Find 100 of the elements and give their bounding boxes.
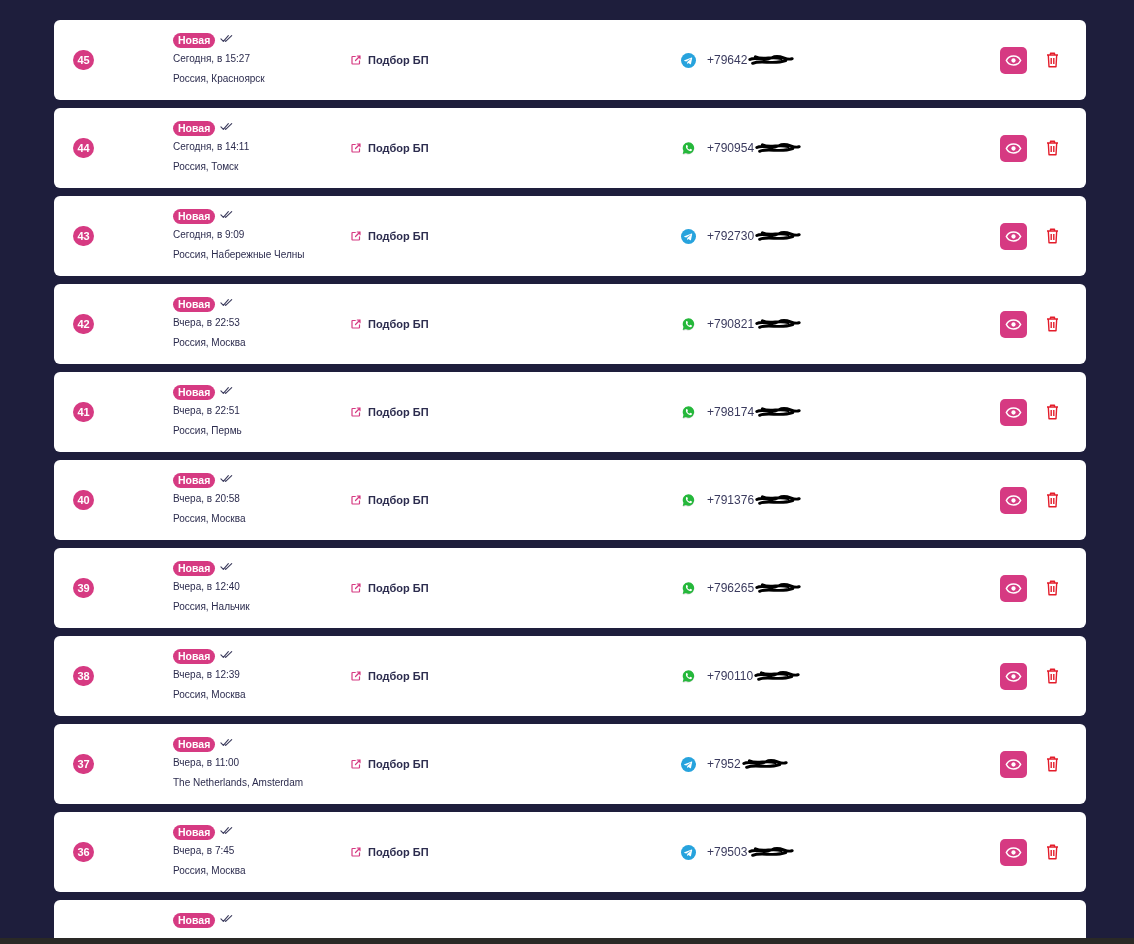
request-number: 45 — [73, 50, 94, 70]
delete-button[interactable] — [1046, 844, 1059, 860]
view-button[interactable] — [1000, 486, 1027, 514]
external-link-icon — [350, 846, 362, 858]
paper-plane-icon — [681, 52, 696, 68]
trash-icon — [1046, 316, 1059, 332]
request-location: Россия, Нальчик — [173, 601, 250, 613]
phone-bubble-icon — [681, 580, 696, 596]
trash-icon — [1046, 404, 1059, 420]
request-number: 38 — [73, 666, 94, 686]
status-badge: Новая — [173, 649, 216, 664]
request-number: 43 — [73, 226, 94, 246]
request-location: Россия, Набережные Челны — [173, 249, 305, 261]
view-button[interactable] — [1000, 46, 1027, 74]
phone-number: +792730 — [707, 229, 755, 243]
external-link-icon — [350, 406, 362, 418]
delete-button[interactable] — [1046, 668, 1059, 684]
status-badge: Новая — [173, 825, 216, 840]
paper-plane-icon — [681, 844, 696, 860]
request-date: Сегодня, в 9:09 — [173, 229, 245, 241]
view-button[interactable] — [1000, 662, 1027, 690]
status-badge: Новая — [173, 913, 216, 928]
phone-number: +790821 — [707, 317, 755, 331]
request-number: 44 — [73, 138, 94, 158]
phone-number: +791376 — [707, 493, 755, 507]
delete-button[interactable] — [1046, 756, 1059, 772]
eye-icon — [1005, 670, 1022, 682]
eye-icon — [1005, 142, 1022, 154]
service-link[interactable]: Подбор БП — [350, 670, 429, 682]
delete-button[interactable] — [1046, 580, 1059, 596]
phone-number: +796265 — [707, 581, 755, 595]
service-link[interactable]: Подбор БП — [350, 142, 429, 154]
phone-number: +79642 — [707, 53, 748, 67]
request-date: Вчера, в 20:58 — [173, 493, 240, 505]
view-button[interactable] — [1000, 750, 1027, 778]
eye-icon — [1005, 846, 1022, 858]
status-badge: Новая — [173, 121, 216, 136]
status-badge: Новая — [173, 385, 216, 400]
service-link[interactable]: Подбор БП — [350, 318, 429, 330]
trash-icon — [1046, 492, 1059, 508]
service-link[interactable]: Подбор БП — [350, 582, 429, 594]
request-location: Россия, Москва — [173, 865, 246, 877]
request-date: Сегодня, в 14:11 — [173, 141, 250, 153]
trash-icon — [1046, 580, 1059, 596]
phone-number: +790954 — [707, 141, 755, 155]
external-link-icon — [350, 670, 362, 682]
eye-icon — [1005, 54, 1022, 66]
service-link[interactable]: Подбор БП — [350, 406, 429, 418]
delete-button[interactable] — [1046, 316, 1059, 332]
phone-number: +790110 — [707, 669, 754, 683]
external-link-icon — [350, 142, 362, 154]
eye-icon — [1005, 494, 1022, 506]
request-date: Вчера, в 12:39 — [173, 669, 240, 681]
view-button[interactable] — [1000, 222, 1027, 250]
service-link[interactable]: Подбор БП — [350, 54, 429, 66]
phone-bubble-icon — [681, 404, 696, 420]
trash-icon — [1046, 844, 1059, 860]
paper-plane-icon — [681, 228, 696, 244]
external-link-icon — [350, 582, 362, 594]
delete-button[interactable] — [1046, 52, 1059, 68]
eye-icon — [1005, 582, 1022, 594]
external-link-icon — [350, 758, 362, 770]
view-button[interactable] — [1000, 310, 1027, 338]
request-location: Россия, Красноярск — [173, 73, 265, 85]
eye-icon — [1005, 758, 1022, 770]
status-badge: Новая — [173, 737, 216, 752]
trash-icon — [1046, 668, 1059, 684]
request-location: The Netherlands, Amsterdam — [173, 777, 304, 789]
paper-plane-icon — [681, 756, 696, 772]
phone-bubble-icon — [681, 140, 696, 156]
request-number: 36 — [73, 842, 94, 862]
delete-button[interactable] — [1046, 492, 1059, 508]
status-badge: Новая — [173, 561, 216, 576]
delete-button[interactable] — [1046, 140, 1059, 156]
request-date: Вчера, в 12:40 — [173, 581, 240, 593]
delete-button[interactable] — [1046, 404, 1059, 420]
request-date: Вчера, в 22:51 — [173, 405, 240, 417]
phone-bubble-icon — [681, 668, 696, 684]
delete-button[interactable] — [1046, 228, 1059, 244]
view-button[interactable] — [1000, 838, 1027, 866]
view-button[interactable] — [1000, 134, 1027, 162]
request-number: 42 — [73, 314, 94, 334]
view-button[interactable] — [1000, 574, 1027, 602]
request-date: Вчера, в 7:45 — [173, 845, 235, 857]
service-link[interactable]: Подбор БП — [350, 758, 429, 770]
eye-icon — [1005, 318, 1022, 330]
status-badge: Новая — [173, 209, 216, 224]
external-link-icon — [350, 318, 362, 330]
service-link[interactable]: Подбор БП — [350, 230, 429, 242]
trash-icon — [1046, 52, 1059, 68]
external-link-icon — [350, 494, 362, 506]
view-button[interactable] — [1000, 398, 1027, 426]
service-link[interactable]: Подбор БП — [350, 846, 429, 858]
request-date: Вчера, в 22:53 — [173, 317, 240, 329]
request-number: 41 — [73, 402, 94, 422]
status-badge: Новая — [173, 33, 216, 48]
service-link[interactable]: Подбор БП — [350, 494, 429, 506]
trash-icon — [1046, 756, 1059, 772]
request-date: Вчера, в 11:00 — [173, 757, 240, 769]
trash-icon — [1046, 140, 1059, 156]
